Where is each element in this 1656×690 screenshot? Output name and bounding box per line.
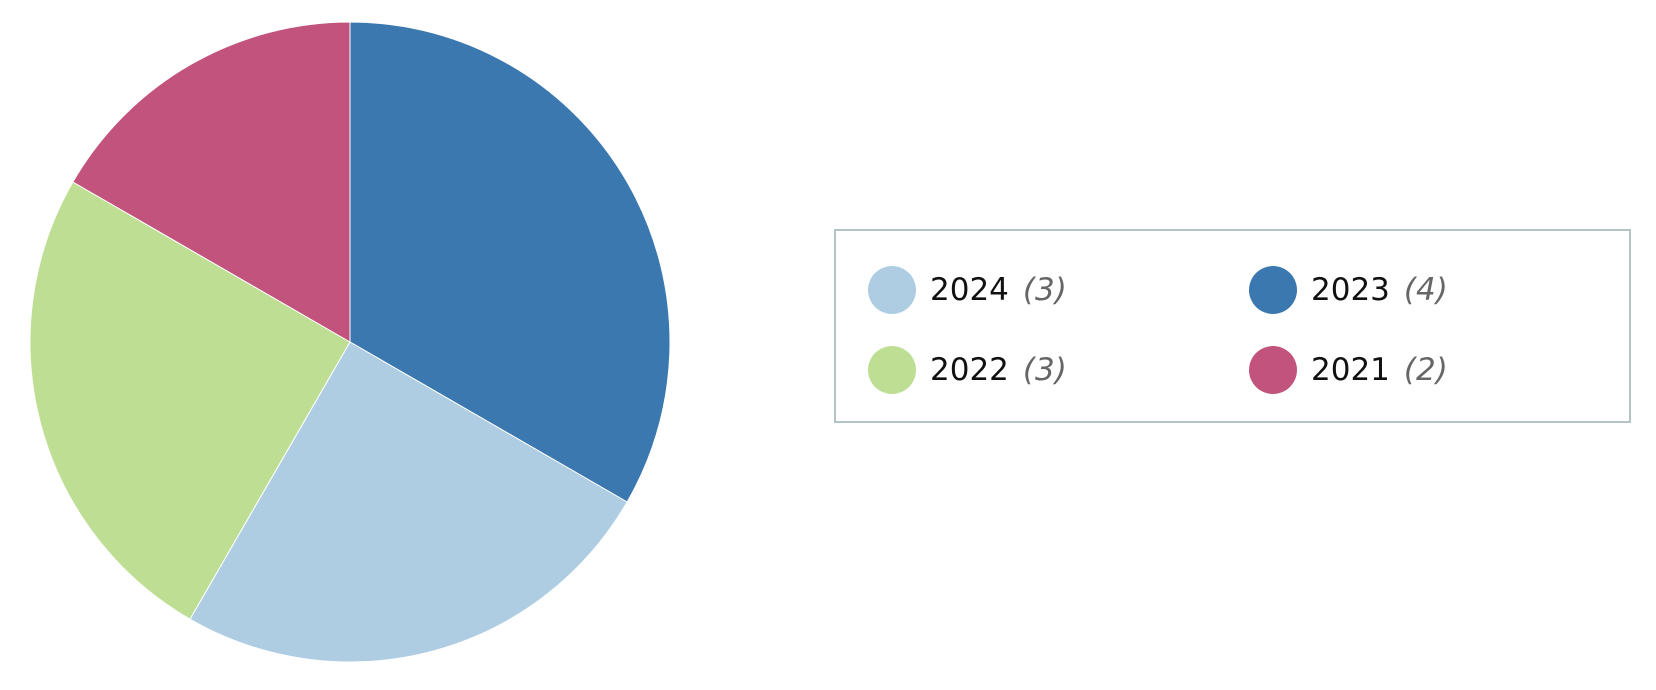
legend-swatch-2021 (1249, 346, 1297, 394)
legend-count-2022: (3) (1022, 352, 1067, 388)
legend-label-2023: 2023 (1311, 272, 1390, 308)
legend-swatch-2022 (868, 346, 916, 394)
legend-count-2021: (2) (1403, 352, 1448, 388)
legend-label-2022: 2022 (930, 352, 1009, 388)
legend-count-2024: (3) (1022, 272, 1067, 308)
legend-swatch-2023 (1249, 266, 1297, 314)
legend-item-2021: 2021 (2) (1249, 345, 1448, 395)
legend-item-2022: 2022 (3) (868, 345, 1067, 395)
legend-item-2023: 2023 (4) (1249, 265, 1448, 315)
legend-count-2023: (4) (1403, 272, 1448, 308)
legend-label-2021: 2021 (1311, 352, 1390, 388)
chart-legend: 2024 (3) 2023 (4) 2022 (3) 2021 (2) (834, 229, 1631, 423)
legend-label-2024: 2024 (930, 272, 1009, 308)
pie-chart (29, 21, 671, 663)
legend-item-2024: 2024 (3) (868, 265, 1067, 315)
legend-swatch-2024 (868, 266, 916, 314)
